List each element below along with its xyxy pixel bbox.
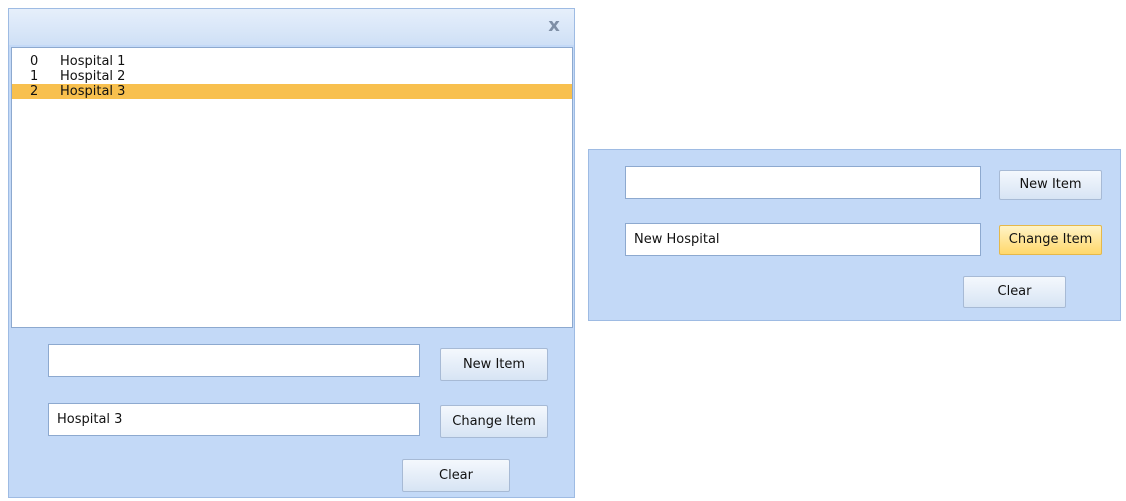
title-bar[interactable]: x <box>9 9 574 45</box>
list-item-label: Hospital 3 <box>60 84 126 99</box>
clear-button[interactable]: Clear <box>402 459 510 492</box>
new-item-input[interactable] <box>625 166 981 199</box>
close-icon[interactable]: x <box>544 14 564 38</box>
list-item-label: Hospital 2 <box>60 69 126 84</box>
new-item-button[interactable]: New Item <box>440 348 548 381</box>
list-item-index: 1 <box>30 69 39 84</box>
list-item-index: 0 <box>30 54 39 69</box>
hospital-listbox[interactable]: 0 Hospital 1 1 Hospital 2 2 Hospital 3 <box>11 47 573 328</box>
list-item-selected[interactable]: 2 Hospital 3 <box>12 84 572 99</box>
list-item[interactable]: 0 Hospital 1 <box>12 54 572 69</box>
list-item[interactable]: 1 Hospital 2 <box>12 69 572 84</box>
list-dialog: x 0 Hospital 1 1 Hospital 2 2 Hospital 3… <box>8 8 575 498</box>
change-item-input[interactable] <box>48 403 420 436</box>
change-item-button[interactable]: Change Item <box>440 405 548 438</box>
change-item-button[interactable]: Change Item <box>999 225 1102 255</box>
new-item-button[interactable]: New Item <box>999 170 1102 200</box>
new-item-input[interactable] <box>48 344 420 377</box>
change-item-input[interactable] <box>625 223 981 256</box>
list-item-label: Hospital 1 <box>60 54 126 69</box>
list-item-index: 2 <box>30 84 39 99</box>
clear-button[interactable]: Clear <box>963 276 1066 308</box>
edit-panel: New Item Change Item Clear <box>588 149 1121 321</box>
